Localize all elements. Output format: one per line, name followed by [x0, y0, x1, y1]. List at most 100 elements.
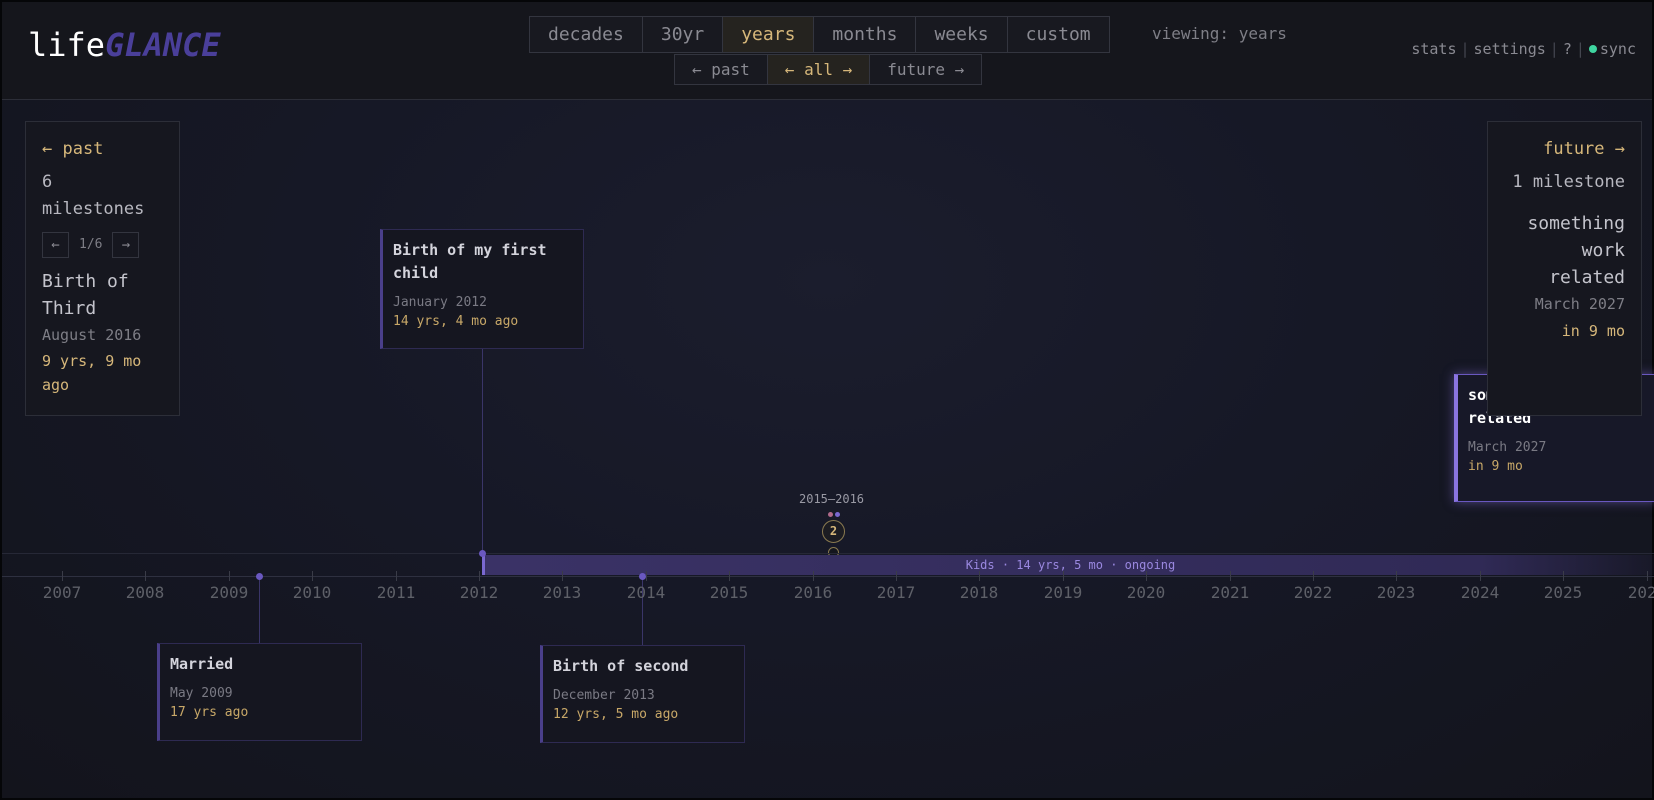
past-milestone-date: August 2016 [42, 326, 142, 344]
past-milestone-count: 6 milestones [42, 172, 145, 219]
card-date: January 2012 [393, 295, 487, 310]
nav-separator: | [1549, 40, 1559, 58]
zoom-months-button[interactable]: months [814, 17, 917, 52]
axis-year-label[interactable]: 2017 [877, 583, 916, 602]
axis-year-label[interactable]: 2010 [293, 583, 332, 602]
sync-link[interactable]: sync [1600, 40, 1636, 58]
card-date: March 2027 [1468, 440, 1547, 455]
sync-status-icon [1588, 45, 1597, 53]
past-panel-title[interactable]: ← past [42, 136, 163, 163]
milestone-marker-second[interactable] [639, 573, 646, 580]
axis-tick [1480, 571, 1481, 581]
axis-year-label[interactable]: 2022 [1294, 583, 1333, 602]
axis-tick [562, 571, 563, 581]
axis-tick [229, 571, 230, 581]
axis-tick [646, 571, 647, 581]
card-ago: 14 yrs, 4 mo ago [393, 314, 519, 329]
milestone-marker-married[interactable] [256, 573, 263, 580]
nav-separator: | [1460, 40, 1470, 58]
stats-link[interactable]: stats [1411, 40, 1456, 58]
axis-year-label[interactable]: 2015 [710, 583, 749, 602]
zoom-decades-button[interactable]: decades [530, 17, 643, 52]
past-page-indicator: 1/6 [79, 237, 103, 252]
future-milestone-ago: in 9 mo [1561, 322, 1625, 340]
axis-year-label[interactable]: 2021 [1211, 583, 1250, 602]
top-right-nav: stats | settings | ? | sync [1411, 40, 1636, 58]
axis-tick [62, 571, 63, 581]
axis-tick [979, 571, 980, 581]
cluster-dot [828, 512, 833, 517]
axis-year-label[interactable]: 2011 [377, 583, 416, 602]
range-past-button[interactable]: ← past [675, 55, 768, 84]
axis-tick [312, 571, 313, 581]
zoom-30yr-button[interactable]: 30yr [643, 17, 724, 52]
cluster-dot [835, 512, 840, 517]
viewing-indicator: viewing: years [1152, 24, 1287, 43]
past-milestones-panel: ← past 6 milestones ← 1/6 → Birth of Thi… [25, 121, 180, 416]
axis-year-label[interactable]: 2019 [1044, 583, 1083, 602]
period-bar-kids[interactable]: Kids · 14 yrs, 5 mo · ongoing [482, 555, 1654, 575]
axis-tick [396, 571, 397, 581]
card-ago: 12 yrs, 5 mo ago [553, 707, 679, 722]
card-date: December 2013 [553, 688, 655, 703]
card-date: May 2009 [170, 686, 233, 701]
timeline-upper-line [2, 553, 1654, 554]
first-child-stem [482, 348, 483, 553]
future-milestone-date: March 2027 [1534, 295, 1625, 313]
axis-tick [1313, 571, 1314, 581]
axis-year-label[interactable]: 2009 [210, 583, 249, 602]
logo-part-life: life [28, 26, 106, 64]
range-all-button[interactable]: ← all → [767, 55, 871, 84]
axis-year-label[interactable]: 2013 [543, 583, 582, 602]
future-milestone-count: 1 milestone [1512, 172, 1625, 192]
axis-tick [145, 571, 146, 581]
axis-year-label[interactable]: 2014 [627, 583, 666, 602]
axis-tick [1146, 571, 1147, 581]
axis-year-label[interactable]: 2023 [1377, 583, 1416, 602]
future-panel-title[interactable]: future → [1504, 136, 1625, 163]
milestone-marker-first-child[interactable] [479, 550, 486, 557]
axis-year-label[interactable]: 2020 [1127, 583, 1166, 602]
header: lifeGLANCE decades 30yr years months wee… [2, 2, 1652, 100]
zoom-custom-button[interactable]: custom [1008, 17, 1109, 52]
logo-part-glance: GLANCE [105, 26, 221, 64]
zoom-years-button[interactable]: years [723, 17, 815, 52]
range-future-button[interactable]: future → [870, 55, 981, 84]
axis-tick [729, 571, 730, 581]
axis-year-label[interactable]: 2024 [1461, 583, 1500, 602]
axis-year-label[interactable]: 2025 [1544, 583, 1583, 602]
future-milestone-name[interactable]: something work related [1504, 210, 1625, 291]
axis-year-label[interactable]: 2008 [126, 583, 165, 602]
axis-tick [1563, 571, 1564, 581]
married-stem [259, 578, 260, 643]
future-milestones-panel: future → 1 milestone something work rela… [1487, 121, 1642, 416]
zoom-weeks-button[interactable]: weeks [916, 17, 1008, 52]
axis-year-label[interactable]: 2016 [794, 583, 833, 602]
past-prev-button[interactable]: ← [42, 231, 69, 258]
axis-tick [1063, 571, 1064, 581]
axis-tick [479, 571, 480, 581]
range-selector: ← past ← all → future → [674, 54, 983, 85]
past-next-button[interactable]: → [112, 231, 140, 258]
axis-tick [1396, 571, 1397, 581]
nav-separator: | [1575, 40, 1585, 58]
milestone-card-married[interactable]: Married May 2009 17 yrs ago [157, 643, 362, 741]
axis-year-label[interactable]: 2026 [1628, 583, 1654, 602]
axis-tick [1230, 571, 1231, 581]
milestone-card-first-child[interactable]: Birth of my first child January 2012 14 … [380, 229, 584, 349]
axis-year-label[interactable]: 2007 [43, 583, 82, 602]
settings-link[interactable]: settings [1474, 40, 1546, 58]
axis-year-label[interactable]: 2018 [960, 583, 999, 602]
app-frame: lifeGLANCE decades 30yr years months wee… [0, 0, 1654, 800]
milestone-card-second[interactable]: Birth of second December 2013 12 yrs, 5 … [540, 645, 745, 743]
axis-tick [1647, 571, 1648, 581]
past-milestone-name[interactable]: Birth of Third [42, 268, 163, 322]
card-title: Birth of my first child [393, 241, 547, 282]
card-title: Birth of second [553, 657, 689, 675]
card-title: Married [170, 655, 234, 673]
logo: lifeGLANCE [28, 26, 221, 64]
axis-year-label[interactable]: 2012 [460, 583, 499, 602]
help-link[interactable]: ? [1563, 40, 1572, 58]
cluster-count-badge[interactable]: 2 [822, 520, 845, 543]
axis-tick [896, 571, 897, 581]
